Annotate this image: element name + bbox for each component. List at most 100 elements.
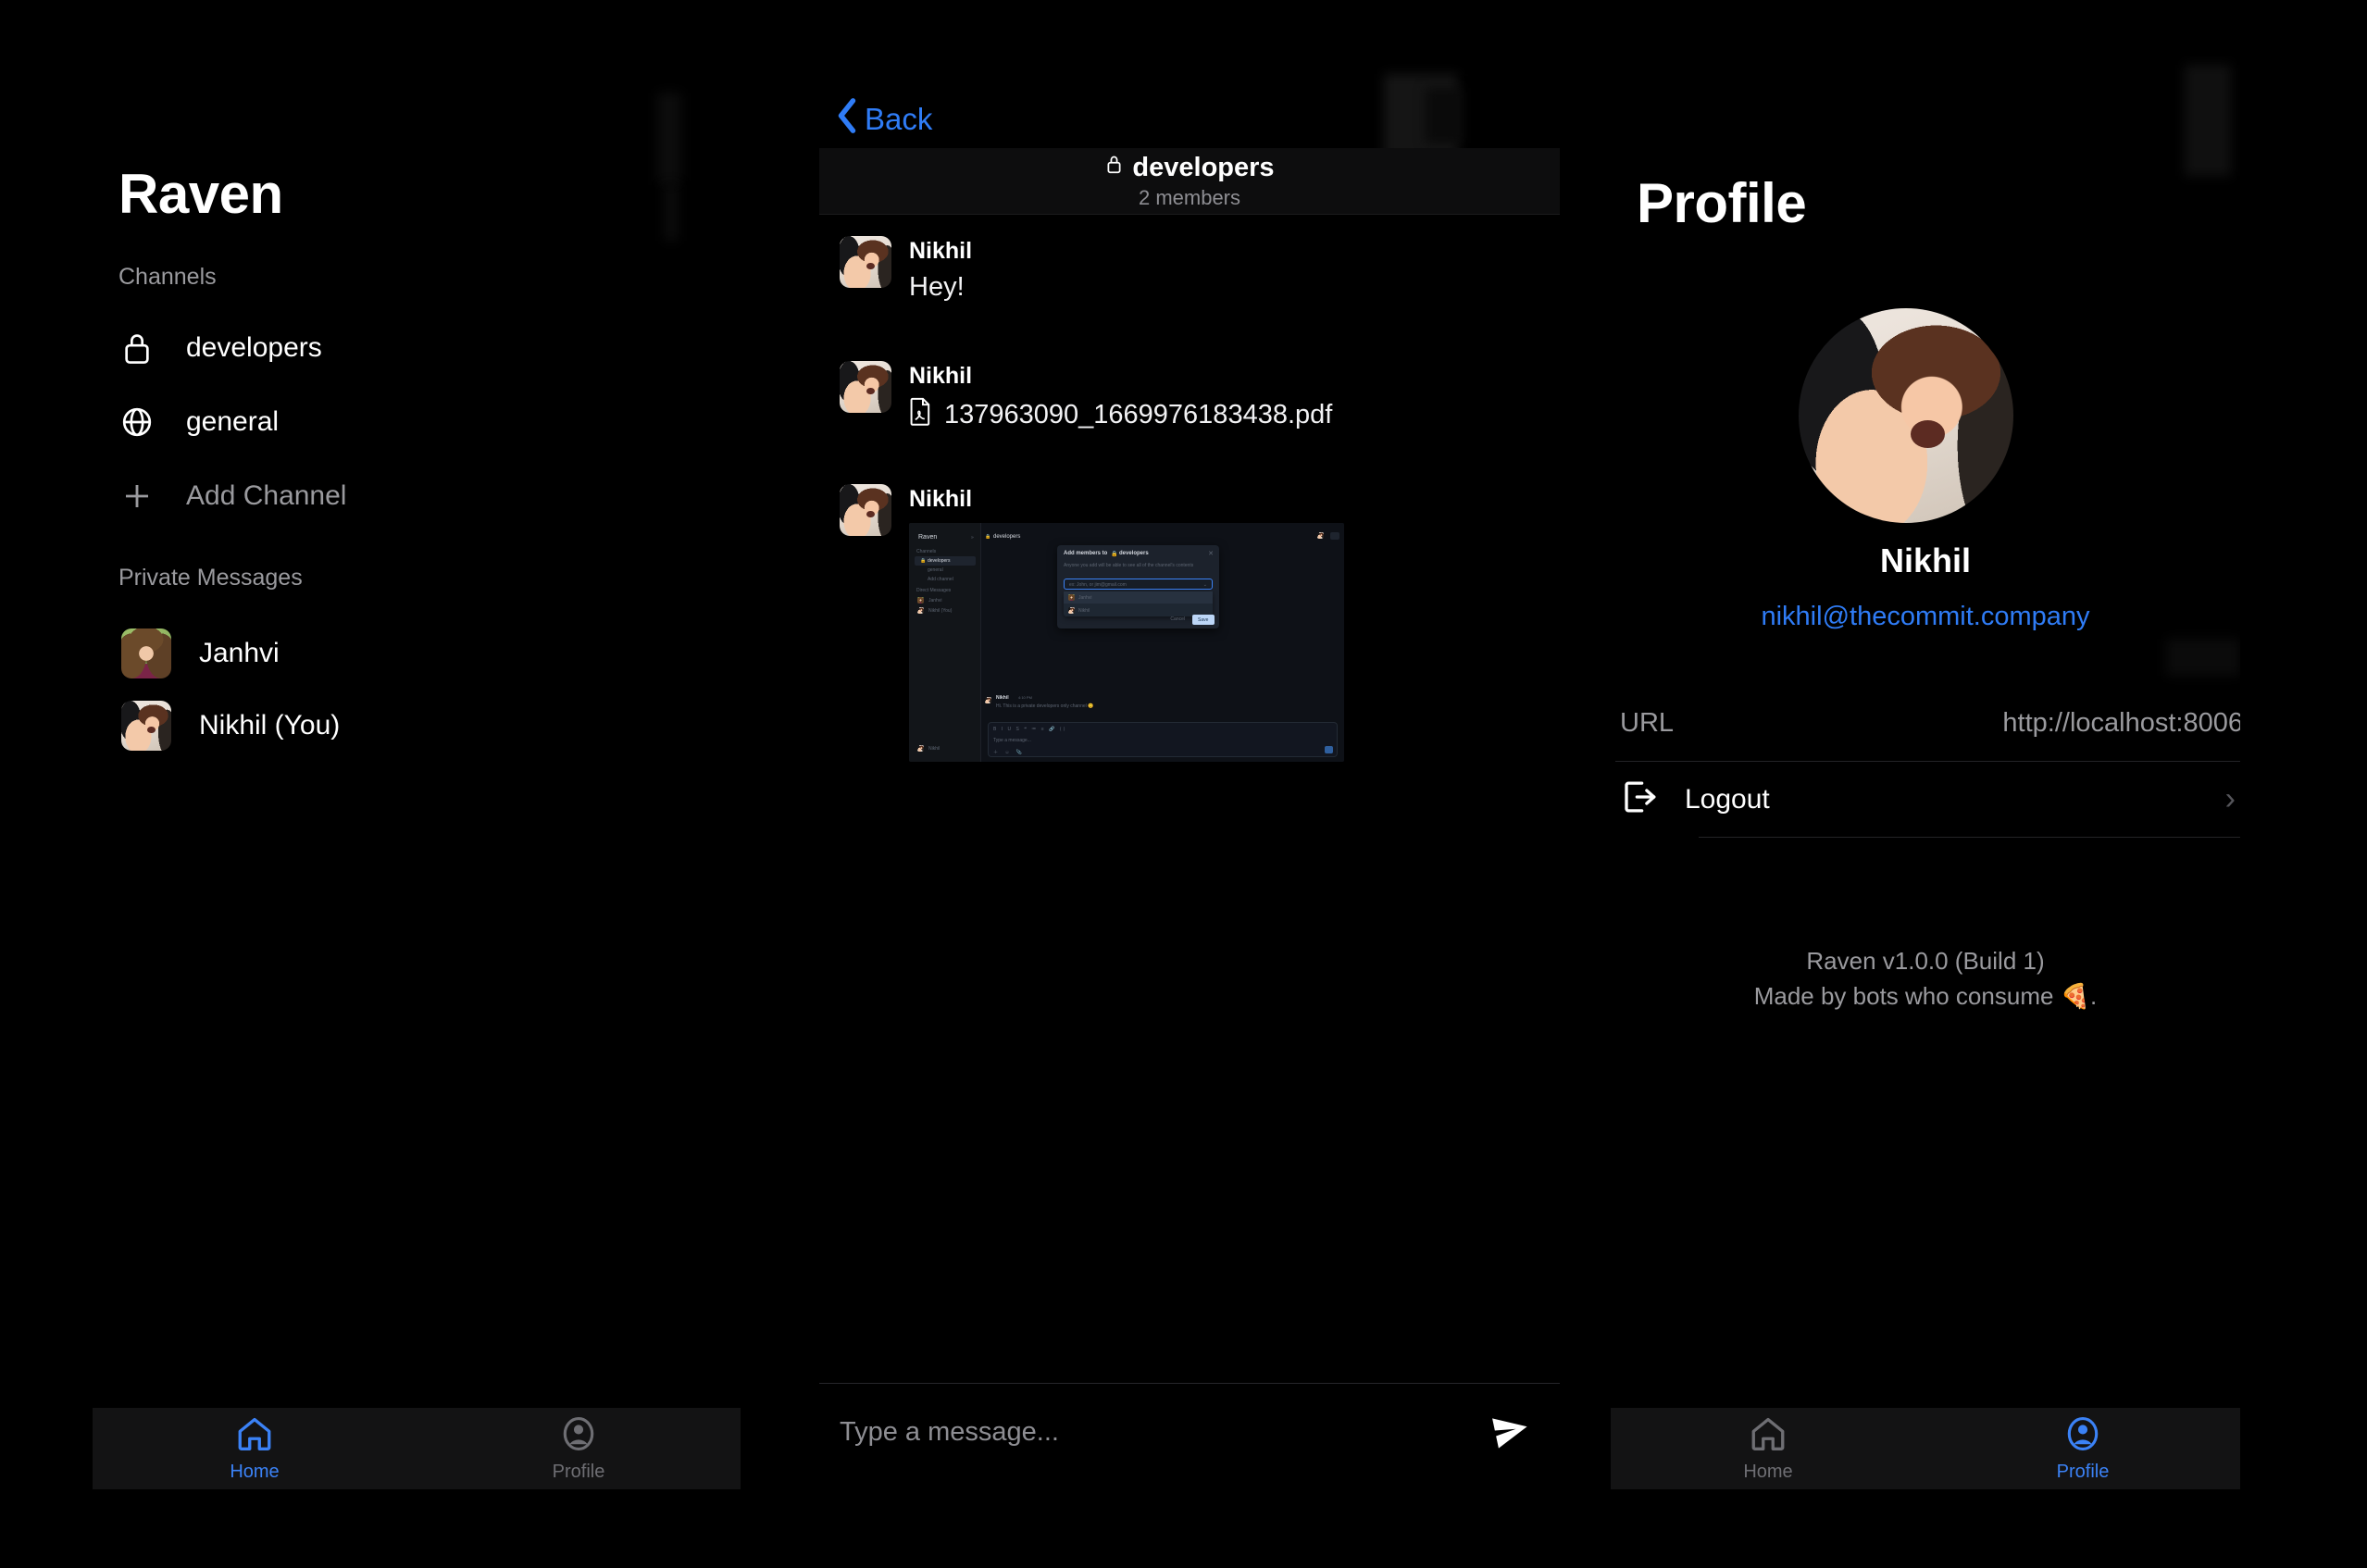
pdf-file-icon	[909, 397, 932, 433]
avatar	[121, 628, 171, 678]
message-sender: Nikhil	[909, 238, 973, 264]
message-file-attachment[interactable]: 137963090_1669976183438.pdf	[909, 397, 1332, 433]
tab-profile[interactable]: Profile	[1925, 1414, 2240, 1483]
avatar[interactable]	[1799, 308, 2013, 523]
lock-icon	[1104, 153, 1124, 183]
embedded-footer-user: Nikhil	[928, 746, 941, 753]
message-input[interactable]	[840, 1416, 1489, 1448]
panel-edge-shadow	[2166, 639, 2240, 676]
profile-user-email[interactable]: nikhil@thecommit.company	[1611, 602, 2240, 632]
tab-home-label: Home	[230, 1462, 280, 1482]
embedded-send-button[interactable]	[1325, 746, 1333, 754]
embedded-dropdown-option-nikhil[interactable]: Nikhil	[1064, 604, 1213, 616]
logout-label: Logout	[1685, 783, 1770, 815]
tab-home[interactable]: Home	[1611, 1414, 1925, 1483]
chevron-left-icon	[833, 96, 861, 143]
person-circle-icon	[559, 1414, 598, 1458]
message-body: Nikhil 137963090_1669976183438.pdf	[909, 361, 1332, 433]
url-row: URL http://localhost:8006	[1615, 685, 2240, 761]
close-icon[interactable]: ✕	[1208, 550, 1214, 557]
embedded-dm-janhvi: Janhvi	[928, 598, 942, 604]
embedded-main: 🔒 developers Add members to 🔒 developers…	[981, 523, 1344, 763]
embedded-modal-input[interactable]: ex: John, or jim@gmail.com ⌄	[1064, 579, 1213, 591]
logout-row[interactable]: Logout ›	[1615, 761, 2240, 837]
embedded-modal-channel: developers	[1119, 551, 1149, 557]
embedded-dm-label: Direct Messages	[916, 588, 952, 594]
home-icon	[1749, 1414, 1788, 1458]
embedded-last-time: 4:10 PM	[1018, 695, 1032, 701]
avatar	[840, 236, 891, 288]
embedded-format-toolbar: B I U S ❝ ≔ ≡ 🔗 ⟨⟩	[993, 727, 1067, 733]
message-sender: Nikhil	[909, 363, 973, 389]
avatar	[917, 597, 924, 604]
embedded-modal-cancel[interactable]: Cancel	[1170, 616, 1185, 622]
embedded-modal-subtitle: Anyone you add will be able to see all o…	[1064, 563, 1194, 569]
embedded-modal-save-button[interactable]: Save	[1192, 615, 1215, 626]
embedded-dropdown-option-janhvi[interactable]: Janhvi	[1064, 591, 1213, 604]
avatar	[840, 361, 891, 413]
embedded-add-members-modal: Add members to 🔒 developers ✕ Anyone you…	[1057, 545, 1219, 629]
message-text: Hey!	[909, 272, 965, 303]
lock-icon: 🔒	[985, 534, 991, 541]
back-button[interactable]: Back	[833, 96, 932, 143]
sidebar-item-developers[interactable]: developers	[0, 319, 796, 377]
message-item: Nikhil 137963090_1669976183438.pdf	[840, 361, 1332, 433]
pizza-emoji-icon: 🍕	[2060, 981, 2091, 1010]
sidebar-item-general[interactable]: general	[0, 393, 796, 451]
embedded-modal-input-placeholder: ex: John, or jim@gmail.com	[1069, 582, 1127, 589]
avatar	[1317, 532, 1324, 540]
back-label: Back	[865, 102, 933, 136]
dm-item-janhvi[interactable]: Janhvi	[0, 625, 796, 682]
tab-home[interactable]: Home	[93, 1414, 417, 1483]
message-filename: 137963090_1669976183438.pdf	[944, 400, 1333, 430]
add-channel-button[interactable]: Add Channel	[0, 467, 796, 525]
avatar	[1068, 594, 1075, 602]
avatar	[121, 701, 171, 751]
panel-edge-shadow	[1426, 88, 1463, 143]
profile-user-name: Nikhil	[1879, 541, 1971, 579]
chat-panel: Back developers 2 members Nikhil Hey! Ni…	[819, 0, 1560, 1568]
globe-icon	[118, 404, 156, 441]
message-body: Nikhil Raven » Channels developers 🔒 gen…	[909, 484, 1344, 763]
profile-panel: Profile Nikhil nikhil@thecommit.company …	[1611, 0, 2240, 1568]
message-composer	[819, 1383, 1560, 1480]
embedded-last-text: Hi. This is a private developers only ch…	[996, 703, 1094, 710]
embedded-modal-title: Add members to	[1064, 551, 1108, 557]
message-sender: Nikhil	[909, 486, 973, 512]
app-footer: Raven v1.0.0 (Build 1) Made by bots who …	[1611, 944, 2240, 1014]
bottom-tab-bar: Home Profile	[1611, 1408, 2240, 1489]
home-icon	[235, 1414, 274, 1458]
chat-members-count: 2 members	[1138, 185, 1241, 209]
panel-edge-shadow	[657, 93, 681, 185]
logout-icon	[1620, 778, 1659, 821]
send-paper-plane-icon[interactable]	[1489, 1409, 1532, 1456]
chat-title-row: developers	[1104, 153, 1275, 183]
bottom-tab-bar: Home Profile	[93, 1408, 741, 1489]
panel-edge-shadow	[2185, 65, 2231, 176]
tab-profile[interactable]: Profile	[417, 1414, 741, 1483]
app-root: Raven Channels developers general Add Ch…	[0, 0, 2367, 1568]
embedded-composer-actions: ＋ ☺ 📎	[993, 750, 1026, 756]
tab-profile-label: Profile	[2056, 1462, 2110, 1482]
url-value: http://localhost:8006	[2002, 707, 2240, 738]
embedded-composer[interactable]: B I U S ❝ ≔ ≡ 🔗 ⟨⟩ Type a message... ＋ ☺…	[988, 722, 1338, 758]
tab-profile-label: Profile	[552, 1462, 605, 1482]
profile-settings-list: URL http://localhost:8006 Logout ›	[1615, 685, 2240, 838]
avatar	[1068, 607, 1075, 615]
person-circle-icon	[2063, 1414, 2102, 1458]
embedded-add-channel: Add channel	[928, 577, 953, 583]
embedded-composer-placeholder: Type a message...	[993, 738, 1031, 744]
avatar	[917, 607, 924, 615]
message-item: Nikhil Hey!	[840, 236, 972, 303]
lock-icon: 🔒	[1111, 552, 1118, 558]
dm-item-label: Janhvi	[199, 638, 280, 668]
message-image-attachment[interactable]: Raven » Channels developers 🔒 general Ad…	[909, 523, 1344, 763]
lock-icon	[118, 330, 156, 367]
dm-item-label: Nikhil (You)	[199, 710, 341, 740]
home-panel: Raven Channels developers general Add Ch…	[0, 0, 796, 1568]
tab-home-label: Home	[1743, 1462, 1793, 1482]
lock-icon: 🔒	[920, 558, 927, 565]
embedded-channels-label: Channels	[916, 549, 937, 555]
dm-item-nikhil[interactable]: Nikhil (You)	[0, 697, 796, 754]
collapse-icon: »	[971, 535, 974, 541]
